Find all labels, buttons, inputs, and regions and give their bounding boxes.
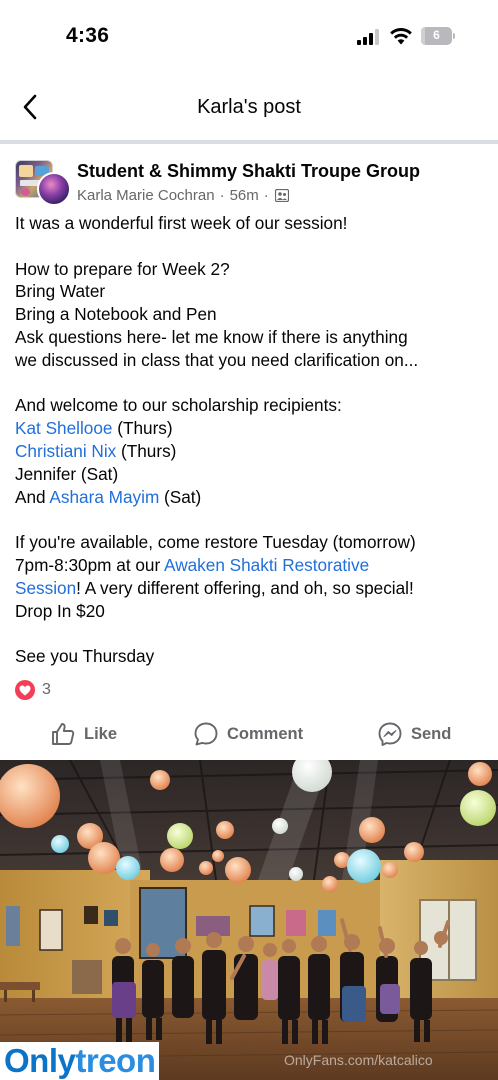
group-avatar[interactable] — [15, 160, 71, 206]
post-line: 7pm-8:30pm at our Awaken Shakti Restorat… — [15, 554, 485, 577]
group-photo-illustration — [0, 760, 498, 1080]
meta-separator: · — [263, 187, 269, 204]
author-avatar[interactable] — [37, 172, 71, 206]
line-suffix: ! A very different offering, and oh, so … — [76, 577, 414, 598]
recipient-line: Kat Shellooe (Thurs) — [15, 417, 485, 440]
recipient-line: Jennifer (Sat) — [15, 463, 119, 484]
tagged-user-link[interactable]: Kat Shellooe — [15, 418, 112, 438]
event-link[interactable]: Awaken Shakti Restorative — [164, 555, 369, 575]
post-line: Ask questions here- let me know if there… — [15, 326, 408, 347]
tagged-user-link[interactable]: Ashara Mayim — [49, 487, 159, 507]
post-line: Bring a Notebook and Pen — [15, 304, 217, 325]
status-bar: 4:36 6 — [0, 0, 498, 72]
post-text: It was a wonderful first week of our ses… — [15, 212, 485, 668]
recipient-prefix: And — [15, 486, 50, 507]
recipient-line: Christiani Nix (Thurs) — [15, 440, 485, 463]
post-line: How to prepare for Week 2? — [15, 258, 230, 279]
recipient-line: And Ashara Mayim (Sat) — [15, 486, 485, 509]
tagged-user-link[interactable]: Christiani Nix — [15, 441, 116, 461]
reaction-count: 3 — [42, 681, 51, 698]
post-line: Session! A very different offering, and … — [15, 577, 485, 600]
post-line: Bring Water — [15, 281, 106, 302]
post-time[interactable]: 56m — [230, 187, 259, 204]
header-divider — [0, 140, 498, 144]
post-line: we discussed in class that you need clar… — [15, 349, 419, 370]
meta-separator: · — [219, 187, 225, 204]
like-label: Like — [84, 724, 118, 743]
author-name-link[interactable]: Karla Marie Cochran — [77, 187, 215, 204]
battery-icon: 6 — [421, 27, 455, 45]
messenger-icon — [378, 722, 402, 746]
comment-button[interactable]: Comment — [193, 720, 303, 748]
wifi-icon — [389, 26, 413, 46]
thumbs-up-icon — [52, 723, 75, 745]
recipient-day: (Thurs) — [116, 440, 177, 461]
cellular-signal-icon — [357, 29, 381, 45]
post-action-bar: Like Comment Send — [0, 712, 498, 756]
recipient-day: (Sat) — [159, 486, 202, 507]
group-name-link[interactable]: Student & Shimmy Shakti Troupe Group — [77, 161, 420, 182]
watermark-brand-left: Only — [4, 1042, 76, 1079]
status-time: 4:36 — [66, 24, 110, 47]
post-line: Drop In $20 — [15, 600, 105, 621]
recipient-day: (Thurs) — [112, 418, 173, 439]
post-line: And welcome to our scholarship recipient… — [15, 395, 342, 416]
send-label: Send — [411, 724, 452, 743]
like-button[interactable]: Like — [50, 720, 117, 748]
watermark-url: OnlyFans.com/katcalico — [284, 1052, 433, 1068]
battery-level: 6 — [433, 28, 440, 42]
post-meta: Karla Marie Cochran · 56m · — [77, 187, 289, 204]
heart-icon — [15, 680, 35, 700]
comment-bubble-icon — [194, 722, 218, 746]
post-line: See you Thursday — [15, 646, 155, 667]
line-prefix: 7pm-8:30pm at our — [15, 554, 165, 575]
post-line: It was a wonderful first week of our ses… — [15, 213, 348, 233]
event-link[interactable]: Session — [15, 578, 76, 598]
nav-header: Karla's post — [0, 72, 498, 142]
page-title: Karla's post — [197, 96, 301, 118]
watermark-logo: Only treon — [0, 1042, 160, 1080]
watermark-brand-right: treon — [75, 1042, 156, 1079]
comment-label: Comment — [227, 724, 304, 743]
post-photo[interactable] — [0, 760, 498, 1080]
post-line: If you're available, come restore Tuesda… — [15, 532, 416, 553]
group-audience-icon — [274, 189, 289, 202]
send-button[interactable]: Send — [377, 720, 451, 748]
reaction-summary[interactable]: 3 — [15, 679, 51, 701]
